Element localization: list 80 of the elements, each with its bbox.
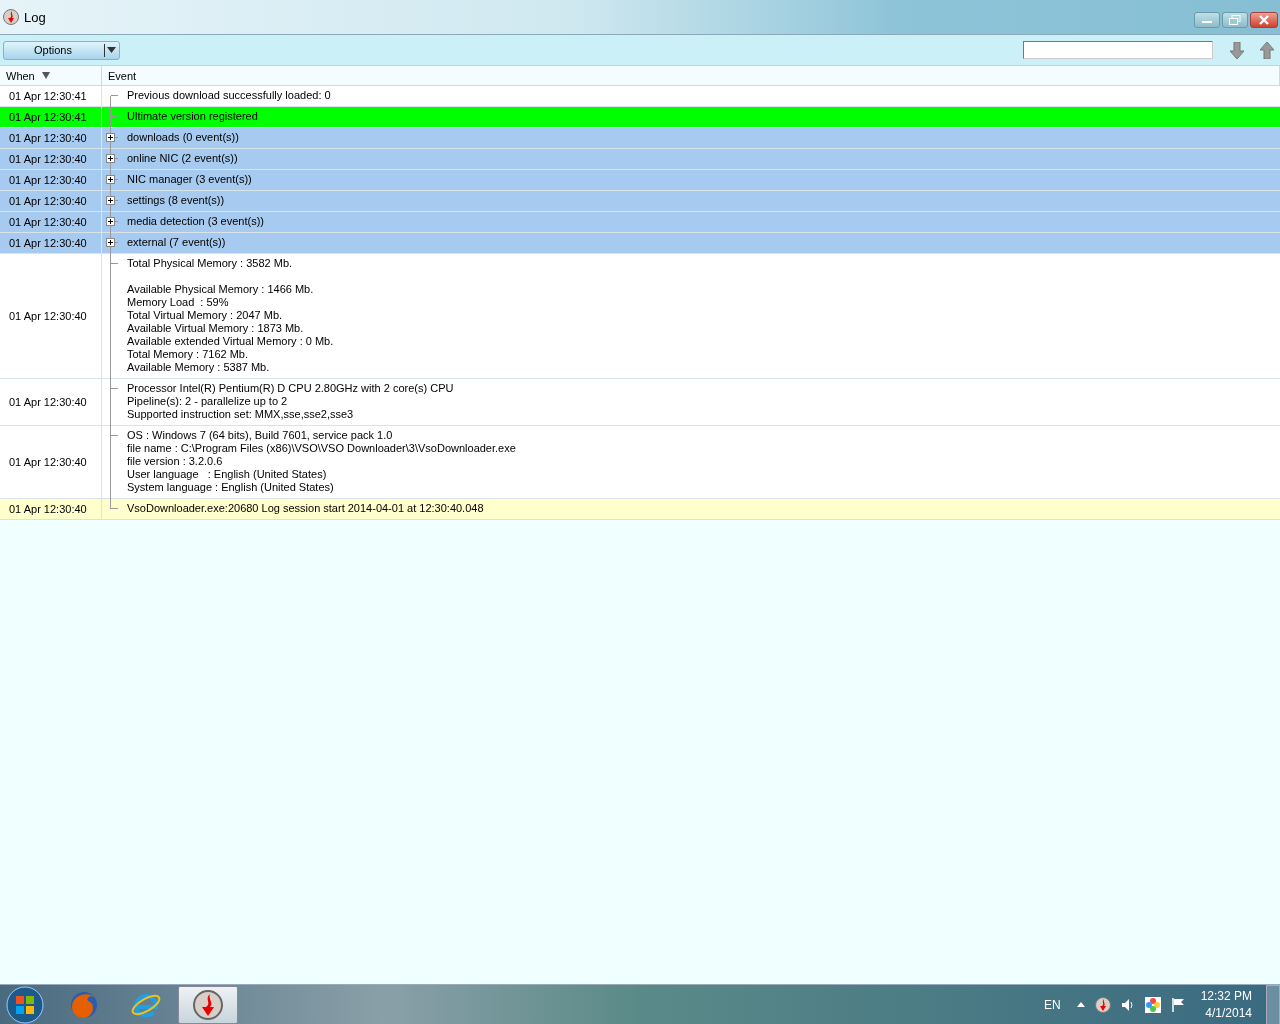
arrow-up-icon[interactable] [1260,41,1274,59]
time-cell: 01 Apr 12:30:40 [0,426,102,498]
time-cell: 01 Apr 12:30:41 [0,107,102,127]
arrow-down-icon[interactable] [1230,41,1244,59]
event-text: Memory Load : 59% [127,296,230,309]
column-header[interactable]: When [0,66,102,85]
app-logo-icon [3,9,19,25]
log-row[interactable]: 01 Apr 12:30:40 media detection (3 event(s)) [0,212,1280,233]
event-text: User language : English (United States) [127,468,328,481]
event-text: Ultimate version registered [127,110,258,123]
event-text: Available Memory : 5387 Mb. [127,361,271,374]
event-text: Available Virtual Memory : 1873 Mb. [127,322,305,335]
event-text: VsoDownloader.exe:20680 Log session start 2014-04-01 at 12:30:40.048 [127,502,484,515]
clock-time[interactable]: 12:32 PM [1200,987,1252,1005]
event-text: media detection (3 event(s)) [127,215,264,228]
log-row[interactable]: 01 Apr 12:30:40 downloads (0 event(s)) [0,128,1280,149]
restore-icon [1229,15,1241,25]
time-cell: 01 Apr 12:30:40 [0,212,102,232]
minimize-button[interactable] [1194,12,1220,28]
time-cell: 01 Apr 12:30:40 [0,379,102,425]
flower-tray-icon[interactable] [1144,996,1161,1013]
expand-toggle-icon[interactable] [106,133,115,142]
log-row[interactable]: 01 Apr 12:30:40 settings (8 event(s)) [0,191,1280,212]
downloader-logo-icon [192,988,224,1021]
event-text: OS : Windows 7 (64 bits), Build 7601, service pack 1.0 [127,429,394,442]
log-row[interactable]: 01 Apr 12:30:40 NIC manager (3 event(s)) [0,170,1280,191]
caret-icon [107,47,116,53]
speaker-icon[interactable] [1120,997,1135,1012]
window-title: Log [24,9,46,25]
log-row[interactable]: 01 Apr 12:30:41 Previous download successfully loaded: 0 [0,86,1280,107]
expand-toggle-icon[interactable] [106,238,115,247]
time-cell: 01 Apr 12:30:40 [0,499,102,519]
log-row[interactable]: 01 Apr 12:30:40 external (7 event(s)) [0,233,1280,254]
time-cell: 01 Apr 12:30:40 [0,170,102,190]
event-text: Available extended Virtual Memory : 0 Mb. [127,335,334,348]
expand-toggle-icon[interactable] [106,196,115,205]
log-row[interactable]: 01 Apr 12:30:40 VsoDownloader.exe:20680 Log session start 2014-04-01 at 12:30:40.048 [0,499,1280,520]
options-dropdown[interactable]: Options [3,40,120,60]
event-text: Total Physical Memory : 3582 Mb. [127,257,294,270]
event-text: Supported instruction set: MMX,sse,sse2,sse3 [127,408,355,421]
event-text: Pipeline(s): 2 - parallelize up to 2 [127,395,289,408]
show-hidden-icons-icon[interactable] [1076,1002,1085,1007]
downloader-tray-icon[interactable] [1094,996,1111,1013]
time-cell: 01 Apr 12:30:40 [0,233,102,253]
log-row[interactable] [0,254,1280,379]
language-indicator[interactable]: EN [1043,997,1061,1012]
event-text: settings (8 event(s)) [127,194,225,207]
expand-toggle-icon[interactable] [106,217,115,226]
expand-toggle-icon[interactable] [106,175,115,184]
clock-date[interactable]: 4/1/2014 [1205,1004,1252,1022]
time-cell: 01 Apr 12:30:40 [0,191,102,211]
event-text: Available Physical Memory : 1466 Mb. [127,283,315,296]
event-text: System language : English (United States) [127,481,335,494]
event-text: file name : C:\Program Files (x86)\VSO\VSO Downloader\3\VsoDownloader.exe [127,442,516,455]
time-cell: 01 Apr 12:30:40 [0,128,102,148]
time-cell: 01 Apr 12:30:41 [0,86,102,106]
flag-icon[interactable] [1170,996,1185,1013]
event-text: Total Memory : 7162 Mb. [127,348,250,361]
event-text: file version : 3.2.0.6 [127,455,224,468]
log-row[interactable]: 01 Apr 12:30:40 online NIC (2 event(s)) [0,149,1280,170]
log-row[interactable]: 01 Apr 12:30:41 Ultimate version registered [0,107,1280,128]
expand-toggle-icon[interactable] [106,154,115,163]
close-button[interactable] [1250,12,1278,28]
event-text: Previous download successfully loaded: 0 [127,89,331,102]
search-field[interactable] [1023,41,1213,59]
log-row[interactable]: 01 Apr 12:30:40 Processor Intel(R) Pentium(R) D CPU 2.80GHz with 2 core(s) CPU Pipeline(s): 2 - parallelize up to 2 Supported instruction set: MMX,sse,sse2,sse3 [0,379,1280,426]
time-cell: 01 Apr 12:30:40 [0,149,102,169]
log-row[interactable] [0,426,1280,499]
column-header[interactable]: Event [102,66,1280,85]
event-text: external (7 event(s)) [127,236,226,249]
event-text: NIC manager (3 event(s)) [127,173,252,186]
event-text: Total Virtual Memory : 2047 Mb. [127,309,284,322]
restore-button[interactable] [1222,12,1248,28]
time-cell: 01 Apr 12:30:40 [0,254,102,378]
event-text: downloads (0 event(s)) [127,131,239,144]
event-text: Processor Intel(R) Pentium(R) D CPU 2.80GHz with 2 core(s) CPU [127,382,454,395]
event-text: online NIC (2 event(s)) [127,152,238,165]
start-button[interactable] [6,985,44,1024]
downloader-taskbar-button[interactable] [178,985,238,1024]
close-icon [1258,15,1270,25]
